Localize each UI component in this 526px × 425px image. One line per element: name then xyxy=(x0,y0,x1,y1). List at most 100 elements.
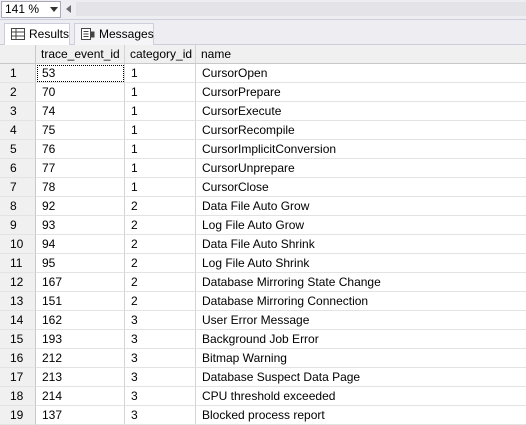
table-row[interactable]: 19 137 3 Blocked process report xyxy=(0,406,526,425)
cell-category-id[interactable]: 1 xyxy=(125,121,196,140)
cell-category-id[interactable]: 2 xyxy=(125,216,196,235)
cell-trace-event-id[interactable]: 193 xyxy=(36,330,125,349)
row-number[interactable]: 8 xyxy=(0,197,36,216)
row-number[interactable]: 4 xyxy=(0,121,36,140)
row-number[interactable]: 2 xyxy=(0,83,36,102)
cell-category-id[interactable]: 3 xyxy=(125,406,196,425)
cell-category-id[interactable]: 1 xyxy=(125,102,196,121)
table-row[interactable]: 2 70 1 CursorPrepare xyxy=(0,83,526,102)
cell-category-id[interactable]: 2 xyxy=(125,235,196,254)
cell-name[interactable]: CursorExecute xyxy=(196,102,526,121)
cell-name[interactable]: Database Mirroring State Change xyxy=(196,273,526,292)
cell-category-id[interactable]: 1 xyxy=(125,83,196,102)
cell-trace-event-id[interactable]: 53 xyxy=(36,64,125,83)
row-number[interactable]: 16 xyxy=(0,349,36,368)
cell-name[interactable]: CursorOpen xyxy=(196,64,526,83)
cell-name[interactable]: CursorUnprepare xyxy=(196,159,526,178)
cell-trace-event-id[interactable]: 93 xyxy=(36,216,125,235)
cell-trace-event-id[interactable]: 74 xyxy=(36,102,125,121)
table-row[interactable]: 14 162 3 User Error Message xyxy=(0,311,526,330)
table-row[interactable]: 10 94 2 Data File Auto Shrink xyxy=(0,235,526,254)
cell-name[interactable]: CursorRecompile xyxy=(196,121,526,140)
horizontal-scrollbar[interactable] xyxy=(76,2,526,16)
cell-trace-event-id[interactable]: 212 xyxy=(36,349,125,368)
cell-trace-event-id[interactable]: 137 xyxy=(36,406,125,425)
table-row[interactable]: 1 53 1 CursorOpen xyxy=(0,64,526,83)
row-number[interactable]: 17 xyxy=(0,368,36,387)
row-number[interactable]: 11 xyxy=(0,254,36,273)
cell-name[interactable]: CursorImplicitConversion xyxy=(196,140,526,159)
zoom-dropdown[interactable]: 141 % xyxy=(1,1,61,18)
table-row[interactable]: 3 74 1 CursorExecute xyxy=(0,102,526,121)
table-row[interactable]: 5 76 1 CursorImplicitConversion xyxy=(0,140,526,159)
cell-trace-event-id[interactable]: 167 xyxy=(36,273,125,292)
row-number[interactable]: 7 xyxy=(0,178,36,197)
cell-name[interactable]: CPU threshold exceeded xyxy=(196,387,526,406)
cell-category-id[interactable]: 1 xyxy=(125,140,196,159)
table-row[interactable]: 16 212 3 Bitmap Warning xyxy=(0,349,526,368)
cell-category-id[interactable]: 3 xyxy=(125,330,196,349)
table-row[interactable]: 17 213 3 Database Suspect Data Page xyxy=(0,368,526,387)
cell-category-id[interactable]: 3 xyxy=(125,387,196,406)
row-number[interactable]: 9 xyxy=(0,216,36,235)
cell-category-id[interactable]: 1 xyxy=(125,159,196,178)
cell-category-id[interactable]: 1 xyxy=(125,64,196,83)
cell-name[interactable]: CursorPrepare xyxy=(196,83,526,102)
table-row[interactable]: 7 78 1 CursorClose xyxy=(0,178,526,197)
cell-trace-event-id[interactable]: 76 xyxy=(36,140,125,159)
cell-trace-event-id[interactable]: 162 xyxy=(36,311,125,330)
cell-trace-event-id[interactable]: 95 xyxy=(36,254,125,273)
cell-name[interactable]: Background Job Error xyxy=(196,330,526,349)
cell-category-id[interactable]: 2 xyxy=(125,292,196,311)
cell-trace-event-id[interactable]: 77 xyxy=(36,159,125,178)
cell-trace-event-id[interactable]: 94 xyxy=(36,235,125,254)
table-row[interactable]: 15 193 3 Background Job Error xyxy=(0,330,526,349)
cell-category-id[interactable]: 3 xyxy=(125,349,196,368)
tab-messages[interactable]: Messages xyxy=(74,23,154,45)
cell-name[interactable]: Data File Auto Shrink xyxy=(196,235,526,254)
cell-category-id[interactable]: 2 xyxy=(125,273,196,292)
cell-name[interactable]: Log File Auto Shrink xyxy=(196,254,526,273)
table-row[interactable]: 8 92 2 Data File Auto Grow xyxy=(0,197,526,216)
cell-trace-event-id[interactable]: 213 xyxy=(36,368,125,387)
row-number[interactable]: 10 xyxy=(0,235,36,254)
cell-trace-event-id[interactable]: 70 xyxy=(36,83,125,102)
row-number[interactable]: 15 xyxy=(0,330,36,349)
cell-category-id[interactable]: 2 xyxy=(125,254,196,273)
table-row[interactable]: 12 167 2 Database Mirroring State Change xyxy=(0,273,526,292)
cell-name[interactable]: CursorClose xyxy=(196,178,526,197)
cell-name[interactable]: Database Suspect Data Page xyxy=(196,368,526,387)
cell-name[interactable]: Blocked process report xyxy=(196,406,526,425)
cell-name[interactable]: Data File Auto Grow xyxy=(196,197,526,216)
row-number-header[interactable] xyxy=(0,45,36,64)
cell-name[interactable]: Database Mirroring Connection xyxy=(196,292,526,311)
column-header-name[interactable]: name xyxy=(196,45,526,64)
cell-trace-event-id[interactable]: 92 xyxy=(36,197,125,216)
row-number[interactable]: 13 xyxy=(0,292,36,311)
table-row[interactable]: 9 93 2 Log File Auto Grow xyxy=(0,216,526,235)
table-row[interactable]: 11 95 2 Log File Auto Shrink xyxy=(0,254,526,273)
table-row[interactable]: 4 75 1 CursorRecompile xyxy=(0,121,526,140)
row-number[interactable]: 12 xyxy=(0,273,36,292)
cell-category-id[interactable]: 1 xyxy=(125,178,196,197)
cell-trace-event-id[interactable]: 78 xyxy=(36,178,125,197)
scroll-left-arrow-icon[interactable] xyxy=(66,5,71,13)
row-number[interactable]: 3 xyxy=(0,102,36,121)
cell-name[interactable]: User Error Message xyxy=(196,311,526,330)
column-header-category-id[interactable]: category_id xyxy=(125,45,196,64)
cell-category-id[interactable]: 3 xyxy=(125,368,196,387)
row-number[interactable]: 14 xyxy=(0,311,36,330)
table-row[interactable]: 18 214 3 CPU threshold exceeded xyxy=(0,387,526,406)
cell-category-id[interactable]: 2 xyxy=(125,197,196,216)
row-number[interactable]: 18 xyxy=(0,387,36,406)
row-number[interactable]: 19 xyxy=(0,406,36,425)
table-row[interactable]: 6 77 1 CursorUnprepare xyxy=(0,159,526,178)
row-number[interactable]: 6 xyxy=(0,159,36,178)
cell-trace-event-id[interactable]: 214 xyxy=(36,387,125,406)
row-number[interactable]: 5 xyxy=(0,140,36,159)
cell-name[interactable]: Log File Auto Grow xyxy=(196,216,526,235)
cell-category-id[interactable]: 3 xyxy=(125,311,196,330)
cell-trace-event-id[interactable]: 151 xyxy=(36,292,125,311)
column-header-trace-event-id[interactable]: trace_event_id xyxy=(36,45,125,64)
row-number[interactable]: 1 xyxy=(0,64,36,83)
